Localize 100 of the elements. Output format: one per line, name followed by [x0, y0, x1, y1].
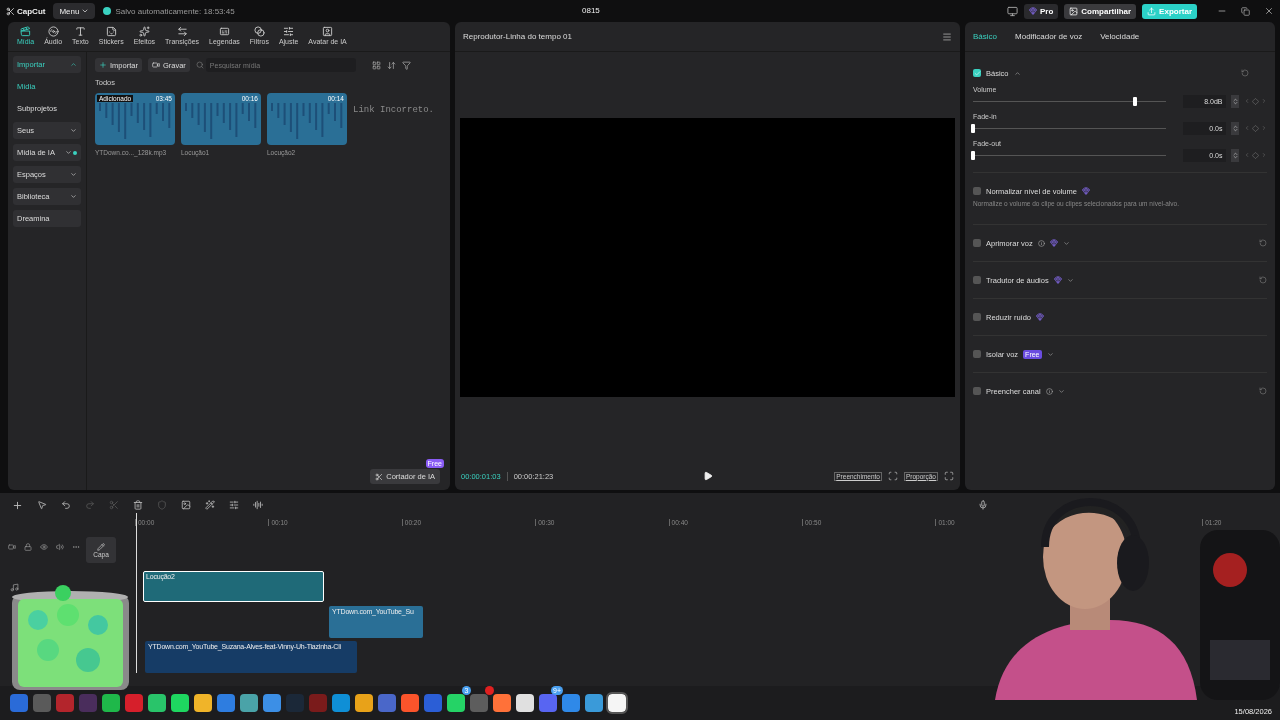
app-icon[interactable]: [125, 694, 143, 712]
camera-icon: [151, 61, 160, 69]
inspector-tab[interactable]: Modificador de voz: [1015, 32, 1083, 41]
saved-icon: [103, 7, 112, 15]
app-icon[interactable]: [102, 694, 120, 712]
transition-icon: [176, 26, 188, 37]
slider-thumb[interactable]: [971, 123, 975, 133]
reset-icon[interactable]: [1259, 276, 1267, 284]
app-icon[interactable]: [240, 694, 258, 712]
split-icon[interactable]: [109, 500, 119, 510]
adjust-icon[interactable]: [229, 500, 239, 510]
restore-icon[interactable]: [1241, 6, 1250, 16]
caret-icon[interactable]: [1013, 69, 1021, 77]
menu-icon[interactable]: [942, 31, 952, 42]
overlay-text: Link Incorreto.: [353, 105, 434, 115]
delete-icon[interactable]: [133, 500, 143, 510]
app-icon[interactable]: [148, 694, 166, 712]
app-icon[interactable]: [562, 694, 580, 712]
clapperboard-icon: [20, 26, 32, 37]
keyframe-icon[interactable]: [1244, 97, 1267, 105]
captions-icon: [218, 26, 230, 37]
project-title: 0815: [582, 6, 600, 15]
gem-icon: [1028, 7, 1037, 15]
lock-icon[interactable]: [24, 543, 32, 551]
image-icon[interactable]: [181, 500, 191, 510]
reset-icon[interactable]: [1259, 239, 1267, 247]
crop-icon[interactable]: [888, 471, 898, 481]
app-icon[interactable]: [539, 694, 557, 712]
app-icon[interactable]: [516, 694, 534, 712]
shield-icon[interactable]: [157, 500, 167, 510]
search-icon: [195, 61, 204, 69]
layout-icon[interactable]: [1006, 5, 1018, 17]
checkbox[interactable]: [973, 387, 981, 395]
app-icon[interactable]: [401, 694, 419, 712]
sticker-icon: [105, 26, 117, 37]
app-icon[interactable]: [447, 694, 465, 712]
app-icon[interactable]: [263, 694, 281, 712]
redo-icon[interactable]: [85, 500, 95, 510]
pointer-icon[interactable]: [37, 500, 47, 510]
blend-icon: [253, 26, 265, 37]
app-icon[interactable]: [355, 694, 373, 712]
undo-icon[interactable]: [61, 500, 71, 510]
app-icon[interactable]: [194, 694, 212, 712]
app-icon[interactable]: [217, 694, 235, 712]
upload-icon: [1147, 6, 1157, 16]
caret-icon[interactable]: [1062, 239, 1070, 247]
wand-icon[interactable]: [205, 500, 215, 510]
app-icon[interactable]: [585, 694, 603, 712]
plus-icon: [99, 61, 107, 69]
slider-thumb[interactable]: [1133, 96, 1138, 106]
audio-icon[interactable]: [253, 500, 263, 510]
app-logo: CapCut: [6, 6, 46, 16]
keyframe-icon[interactable]: [1244, 151, 1267, 159]
player-title: Reprodutor-Linha do tempo 01: [463, 32, 572, 41]
pencil-icon: [97, 542, 105, 551]
inspector-tab[interactable]: Básico: [973, 32, 997, 41]
reset-icon[interactable]: [1259, 387, 1267, 395]
autosave-status: Salvo automaticamente: 18:53:45: [115, 6, 235, 16]
inspector-tab[interactable]: Velocidade: [1100, 32, 1140, 41]
slider-thumb[interactable]: [971, 150, 975, 160]
image-icon: [1069, 6, 1079, 16]
grid-view-icon[interactable]: [371, 60, 381, 70]
caret-icon[interactable]: [1046, 350, 1054, 358]
checkbox[interactable]: [973, 239, 981, 247]
text-icon: [74, 26, 86, 37]
close-icon[interactable]: [1264, 6, 1274, 16]
share-button[interactable]: Compartilhar: [1064, 3, 1137, 19]
caret-icon[interactable]: [1057, 387, 1065, 395]
disc-icon: [47, 26, 59, 37]
speaker-icon[interactable]: [56, 543, 64, 551]
stepper-icon[interactable]: [1231, 94, 1239, 108]
menu-button[interactable]: Menu: [53, 3, 96, 19]
sparkles-icon: [138, 26, 150, 37]
app-icon[interactable]: [171, 694, 189, 712]
app-icon[interactable]: [332, 694, 350, 712]
checkbox[interactable]: [973, 69, 981, 77]
scissors-icon: [375, 472, 384, 481]
stepper-icon[interactable]: [1231, 148, 1239, 162]
checkbox[interactable]: [973, 276, 981, 284]
stepper-icon[interactable]: [1231, 121, 1239, 135]
play-icon[interactable]: [703, 471, 714, 481]
more-icon[interactable]: [72, 543, 80, 551]
checkbox[interactable]: [973, 187, 981, 195]
audio-track-icon: [10, 583, 19, 592]
app-icon[interactable]: [493, 694, 511, 712]
checkbox[interactable]: [973, 313, 981, 321]
add-icon[interactable]: [12, 499, 23, 511]
keyframe-icon[interactable]: [1244, 124, 1267, 132]
fullscreen-icon[interactable]: [944, 471, 954, 481]
pro-button[interactable]: Pro: [1023, 3, 1059, 19]
sort-icon[interactable]: [386, 60, 396, 70]
caret-icon[interactable]: [1066, 276, 1074, 284]
sliders-icon: [283, 26, 295, 37]
video-track-icon: [8, 543, 16, 551]
checkbox[interactable]: [973, 350, 981, 358]
eye-icon[interactable]: [40, 543, 48, 551]
filter-icon[interactable]: [401, 60, 411, 70]
avatar-icon: [322, 26, 334, 37]
app-icon[interactable]: [608, 694, 626, 712]
reset-icon[interactable]: [1241, 69, 1249, 77]
